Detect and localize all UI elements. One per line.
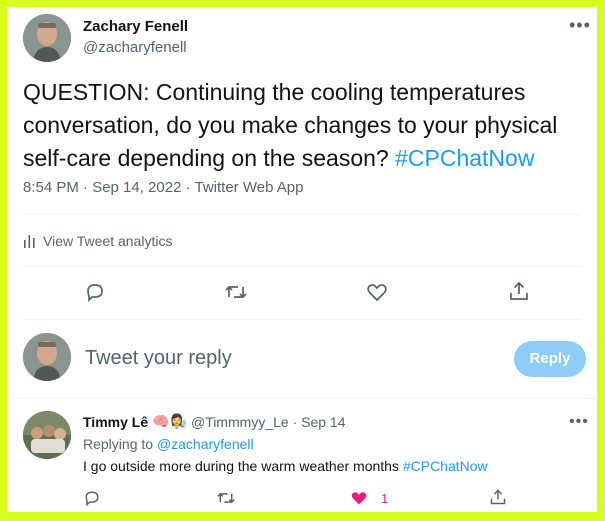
divider (23, 319, 581, 320)
like-icon[interactable] (366, 281, 388, 303)
more-horizontal-icon[interactable]: ••• (569, 15, 591, 36)
analytics-icon (23, 234, 37, 248)
reply-author-emojis: 🧠👩‍🔬 (152, 413, 187, 429)
reply-share-icon[interactable] (489, 488, 507, 506)
reply-author-avatar[interactable] (23, 411, 71, 459)
divider (23, 266, 581, 267)
author-handle[interactable]: @zacharyfenell (83, 39, 187, 56)
replying-to: Replying to @zacharyfenell (83, 436, 254, 452)
replying-to-handle[interactable]: @zacharyfenell (157, 436, 254, 452)
replying-to-prefix: Replying to (83, 436, 154, 452)
reply-more-horizontal-icon[interactable]: ••• (569, 413, 589, 431)
reply-author-name[interactable]: Timmy Lê (83, 414, 148, 430)
reply-handle-time[interactable]: @Timmmyy_Le · Sep 14 (191, 414, 346, 430)
reply-like-count: 1 (381, 490, 389, 506)
reply-text-main: I go outside more during the warm weathe… (83, 458, 399, 474)
tweet-timestamp[interactable]: 8:54 PM · Sep 14, 2022 · Twitter Web App (23, 179, 303, 196)
reply-input[interactable]: Tweet your reply (85, 347, 232, 370)
share-icon[interactable] (508, 280, 530, 302)
reply-icon[interactable] (84, 281, 106, 303)
divider (23, 214, 581, 215)
reply-retweet-icon[interactable] (216, 489, 236, 507)
reply-reply-icon[interactable] (83, 489, 101, 507)
reply-header: Timmy Lê 🧠👩‍🔬 @Timmmyy_Le · Sep 14 (83, 413, 346, 430)
view-analytics-link[interactable]: View Tweet analytics (23, 233, 172, 249)
reply-like-button[interactable]: 1 (349, 489, 388, 507)
author-name[interactable]: Zachary Fenell (83, 18, 188, 35)
retweet-icon[interactable] (224, 281, 248, 303)
composer-avatar (23, 333, 71, 381)
tweet-text: QUESTION: Continuing the cooling tempera… (23, 76, 583, 175)
reply-text: I go outside more during the warm weathe… (83, 458, 488, 474)
tweet-card: Zachary Fenell @zacharyfenell ••• QUESTI… (7, 7, 597, 512)
reply-button[interactable]: Reply (514, 341, 586, 377)
divider (7, 398, 597, 399)
tweet-hashtag[interactable]: #CPChatNow (395, 145, 534, 171)
reply-hashtag[interactable]: #CPChatNow (403, 458, 488, 474)
analytics-label: View Tweet analytics (43, 233, 173, 249)
reply-like-icon (349, 489, 369, 507)
author-avatar[interactable] (23, 14, 71, 62)
